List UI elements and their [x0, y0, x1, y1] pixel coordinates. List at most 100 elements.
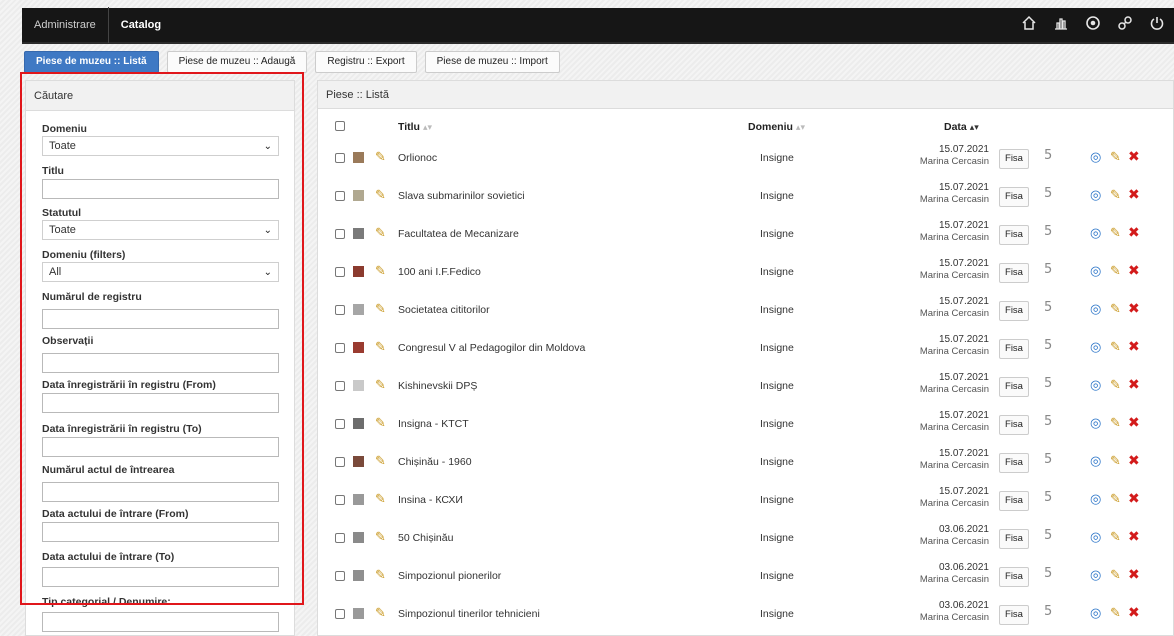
- edit-icon[interactable]: ✎: [1110, 263, 1121, 279]
- delete-icon[interactable]: ✖: [1128, 300, 1140, 317]
- column-date-header[interactable]: Data ▴▾: [944, 121, 979, 133]
- item-title[interactable]: Societatea cititorilor: [398, 304, 490, 316]
- row-checkbox[interactable]: [335, 457, 345, 467]
- view-icon[interactable]: ◎: [1090, 415, 1101, 431]
- pencil-icon[interactable]: ✎: [375, 225, 386, 241]
- domeniu-filters-select[interactable]: All ⌄: [42, 262, 279, 282]
- edit-icon[interactable]: ✎: [1110, 491, 1121, 507]
- edit-icon[interactable]: ✎: [1110, 567, 1121, 583]
- row-checkbox[interactable]: [335, 533, 345, 543]
- fisa-button[interactable]: Fisa: [999, 263, 1029, 283]
- edit-icon[interactable]: ✎: [1110, 377, 1121, 393]
- view-icon[interactable]: ◎: [1090, 225, 1101, 241]
- pencil-icon[interactable]: ✎: [375, 187, 386, 203]
- view-icon[interactable]: ◎: [1090, 149, 1101, 165]
- item-title[interactable]: Orlionoc: [398, 152, 437, 164]
- home-icon[interactable]: [1020, 15, 1038, 36]
- pencil-icon[interactable]: ✎: [375, 605, 386, 621]
- edit-icon[interactable]: ✎: [1110, 415, 1121, 431]
- link-icon[interactable]: [1116, 15, 1134, 36]
- row-checkbox[interactable]: [335, 153, 345, 163]
- item-title[interactable]: Slava submarinilor sovietici: [398, 190, 525, 202]
- item-thumbnail[interactable]: [353, 456, 364, 467]
- numar-act-input[interactable]: [42, 482, 279, 502]
- item-title[interactable]: Congresul V al Pedagogilor din Moldova: [398, 342, 585, 354]
- pencil-icon[interactable]: ✎: [375, 149, 386, 165]
- edit-icon[interactable]: ✎: [1110, 225, 1121, 241]
- delete-icon[interactable]: ✖: [1128, 604, 1140, 621]
- fisa-button[interactable]: Fisa: [999, 225, 1029, 245]
- item-title[interactable]: Insigna - KTCT: [398, 418, 469, 430]
- domeniu-select[interactable]: Toate ⌄: [42, 136, 279, 156]
- edit-icon[interactable]: ✎: [1110, 149, 1121, 165]
- pencil-icon[interactable]: ✎: [375, 377, 386, 393]
- pencil-icon[interactable]: ✎: [375, 339, 386, 355]
- history-icon[interactable]: 5: [1044, 262, 1052, 277]
- fisa-button[interactable]: Fisa: [999, 339, 1029, 359]
- view-icon[interactable]: ◎: [1090, 301, 1101, 317]
- item-title[interactable]: Kishinevskii DPȘ: [398, 380, 477, 392]
- item-thumbnail[interactable]: [353, 190, 364, 201]
- delete-icon[interactable]: ✖: [1128, 224, 1140, 241]
- delete-icon[interactable]: ✖: [1128, 338, 1140, 355]
- history-icon[interactable]: 5: [1044, 604, 1052, 619]
- item-title[interactable]: Simpozionul pionerilor: [398, 570, 501, 582]
- history-icon[interactable]: 5: [1044, 186, 1052, 201]
- observatii-input[interactable]: [42, 353, 279, 373]
- row-checkbox[interactable]: [335, 191, 345, 201]
- item-thumbnail[interactable]: [353, 532, 364, 543]
- delete-icon[interactable]: ✖: [1128, 566, 1140, 583]
- row-checkbox[interactable]: [335, 381, 345, 391]
- view-icon[interactable]: ◎: [1090, 529, 1101, 545]
- pencil-icon[interactable]: ✎: [375, 491, 386, 507]
- row-checkbox[interactable]: [335, 609, 345, 619]
- item-thumbnail[interactable]: [353, 342, 364, 353]
- pencil-icon[interactable]: ✎: [375, 301, 386, 317]
- delete-icon[interactable]: ✖: [1128, 262, 1140, 279]
- delete-icon[interactable]: ✖: [1128, 452, 1140, 469]
- row-checkbox[interactable]: [335, 419, 345, 429]
- pencil-icon[interactable]: ✎: [375, 415, 386, 431]
- delete-icon[interactable]: ✖: [1128, 148, 1140, 165]
- edit-icon[interactable]: ✎: [1110, 339, 1121, 355]
- pencil-icon[interactable]: ✎: [375, 529, 386, 545]
- pencil-icon[interactable]: ✎: [375, 263, 386, 279]
- item-thumbnail[interactable]: [353, 494, 364, 505]
- edit-icon[interactable]: ✎: [1110, 605, 1121, 621]
- data-reg-to-input[interactable]: [42, 437, 279, 457]
- item-title[interactable]: Simpozionul tinerilor tehnicieni: [398, 608, 540, 620]
- view-icon[interactable]: ◎: [1090, 377, 1101, 393]
- view-icon[interactable]: ◎: [1090, 187, 1101, 203]
- item-thumbnail[interactable]: [353, 152, 364, 163]
- view-icon[interactable]: ◎: [1090, 491, 1101, 507]
- history-icon[interactable]: 5: [1044, 148, 1052, 163]
- fisa-button[interactable]: Fisa: [999, 453, 1029, 473]
- history-icon[interactable]: 5: [1044, 376, 1052, 391]
- edit-icon[interactable]: ✎: [1110, 453, 1121, 469]
- row-checkbox[interactable]: [335, 305, 345, 315]
- item-thumbnail[interactable]: [353, 608, 364, 619]
- item-thumbnail[interactable]: [353, 570, 364, 581]
- fisa-button[interactable]: Fisa: [999, 187, 1029, 207]
- item-thumbnail[interactable]: [353, 418, 364, 429]
- view-icon[interactable]: ◎: [1090, 605, 1101, 621]
- item-thumbnail[interactable]: [353, 304, 364, 315]
- item-title[interactable]: Facultatea de Mecanizare: [398, 228, 519, 240]
- view-icon[interactable]: ◎: [1090, 339, 1101, 355]
- column-title-header[interactable]: Titlu ▴▾: [398, 121, 432, 133]
- settings-icon[interactable]: [1084, 15, 1102, 36]
- history-icon[interactable]: 5: [1044, 528, 1052, 543]
- numar-registru-input[interactable]: [42, 309, 279, 329]
- row-checkbox[interactable]: [335, 229, 345, 239]
- fisa-button[interactable]: Fisa: [999, 529, 1029, 549]
- item-thumbnail[interactable]: [353, 266, 364, 277]
- edit-icon[interactable]: ✎: [1110, 301, 1121, 317]
- tab-import[interactable]: Piese de muzeu :: Import: [424, 51, 560, 73]
- tab-adauga[interactable]: Piese de muzeu :: Adaugă: [166, 51, 308, 73]
- fisa-button[interactable]: Fisa: [999, 301, 1029, 321]
- nav-catalog[interactable]: Catalog: [107, 7, 173, 43]
- tip-categorial-input[interactable]: [42, 612, 279, 632]
- pencil-icon[interactable]: ✎: [375, 453, 386, 469]
- item-title[interactable]: 100 ani I.F.Fedico: [398, 266, 481, 278]
- select-all-checkbox[interactable]: [335, 121, 345, 131]
